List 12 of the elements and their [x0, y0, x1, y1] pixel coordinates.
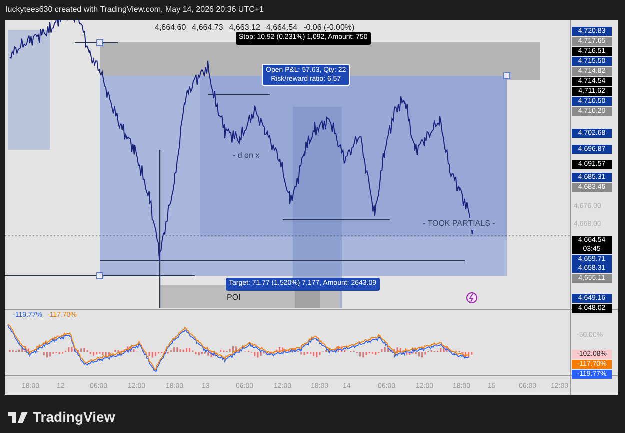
ohlc-value: 4,663.12	[229, 22, 260, 34]
chart-note: - d on x	[233, 150, 260, 162]
logo-icon	[8, 412, 28, 423]
ohlc-value: 4,664.60	[155, 22, 186, 34]
zone-label: POI	[227, 292, 241, 304]
brand-name: TradingView	[33, 408, 116, 427]
chart-note: - TOOK PARTIALS -	[423, 218, 496, 230]
lightning-icon[interactable]	[466, 292, 478, 304]
ohlc-value: -0.06 (-0.00%)	[304, 22, 355, 34]
ohlc-value: 4,664.54	[266, 22, 298, 34]
ohlc-value: 4,664.73	[192, 22, 224, 34]
header-title: luckytees630 created with TradingView.com, May 14, 2026 20:36 UTC+1	[6, 4, 264, 16]
